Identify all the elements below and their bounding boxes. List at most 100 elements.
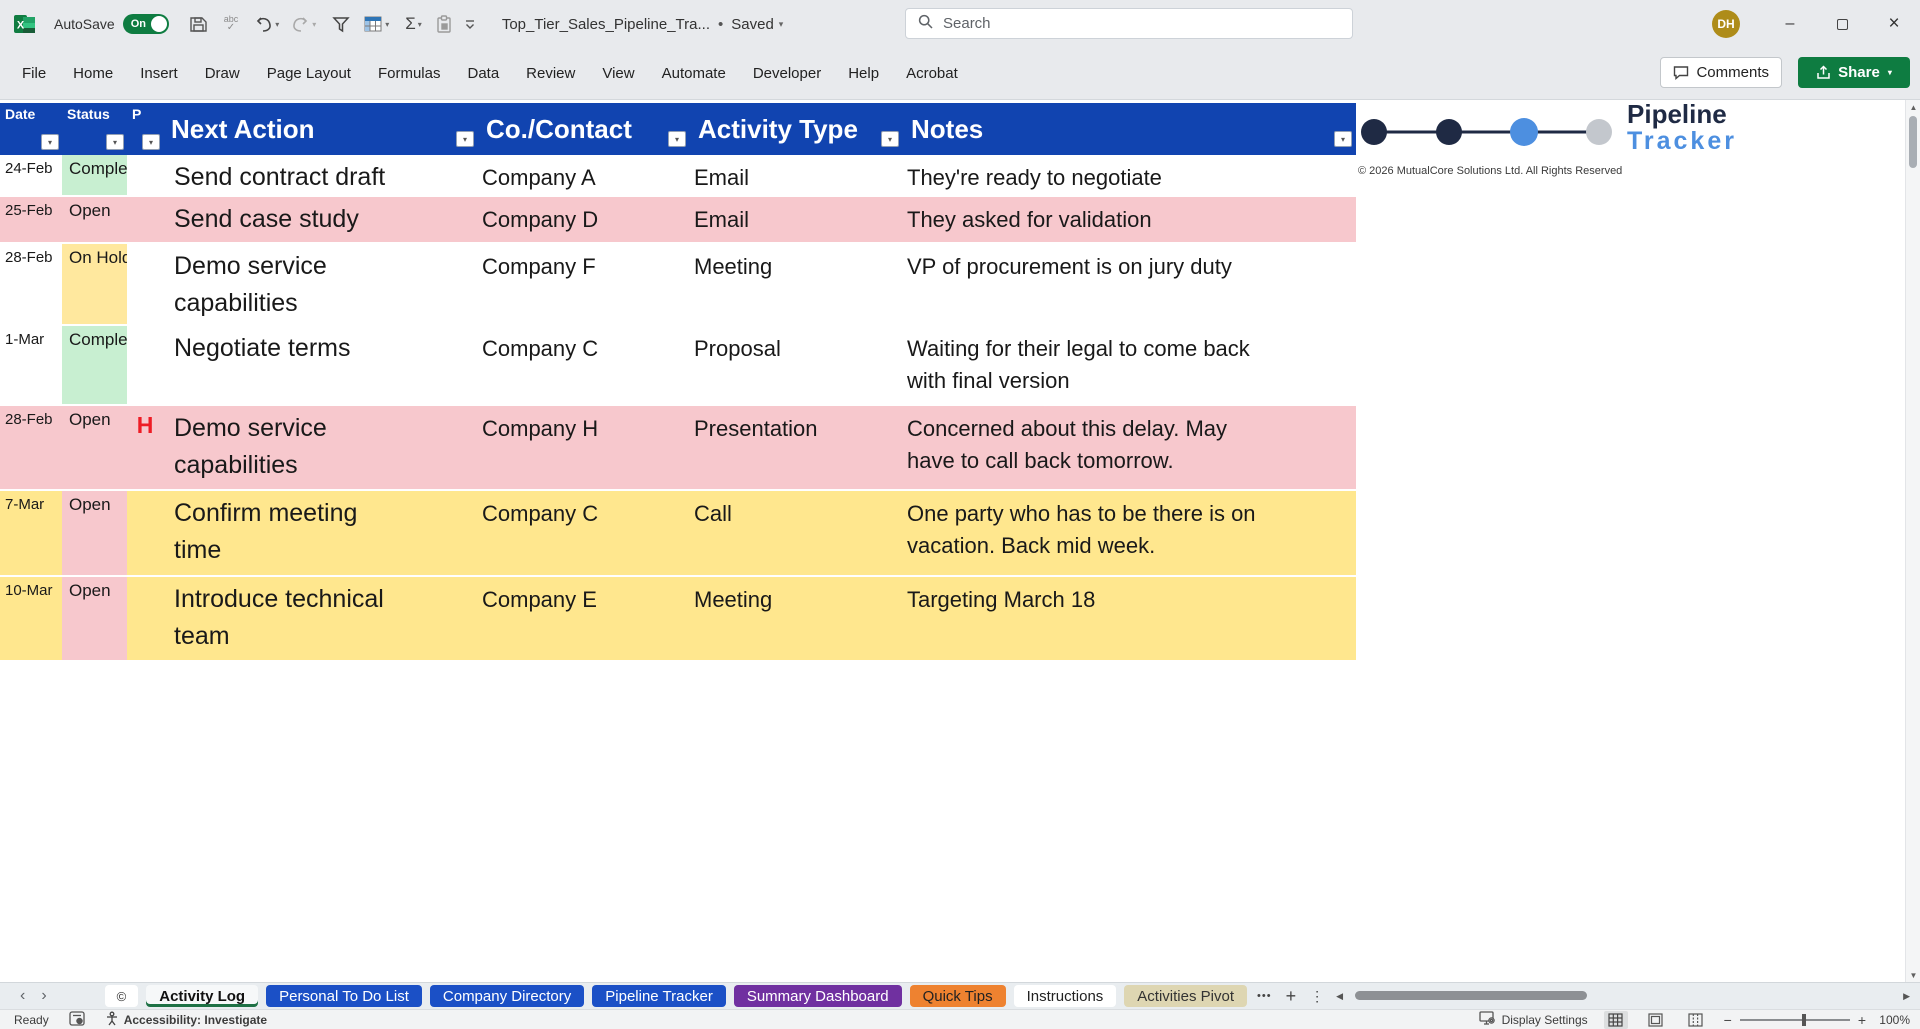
cell-action[interactable]: Confirm meeting time [163, 491, 478, 575]
ribbon-tab-formulas[interactable]: Formulas [378, 65, 441, 82]
cell-status[interactable]: Open [62, 406, 127, 489]
redo-button[interactable]: ▾ [291, 16, 316, 33]
cell-type[interactable]: Call [690, 491, 903, 575]
ribbon-tab-developer[interactable]: Developer [753, 65, 821, 82]
page-break-view-button[interactable] [1684, 1011, 1708, 1029]
filter-button-status[interactable]: ▾ [106, 134, 124, 150]
sheet-nav-right[interactable]: › [41, 987, 46, 1005]
sheet-tab-company-directory[interactable]: Company Directory [430, 985, 584, 1007]
document-save-status[interactable]: Saved [731, 16, 774, 33]
vertical-scrollbar-thumb[interactable] [1909, 116, 1917, 168]
minimize-button[interactable]: – [1764, 0, 1816, 48]
cell-type[interactable]: Meeting [690, 577, 903, 660]
excel-app-icon[interactable]: X [14, 13, 36, 35]
autosum-icon[interactable]: Σ▾ [405, 14, 422, 34]
cell-p[interactable] [127, 244, 163, 324]
hscroll-right-arrow[interactable]: ▶ [1903, 991, 1910, 1002]
table-dropdown-chevron[interactable]: ▾ [385, 20, 389, 29]
display-settings-button[interactable]: Display Settings [1479, 1011, 1588, 1028]
ribbon-tab-view[interactable]: View [602, 65, 634, 82]
add-sheet-button[interactable]: + [1286, 986, 1297, 1007]
sheet-tab-activity-log[interactable]: Activity Log [146, 985, 258, 1007]
ribbon-tab-page-layout[interactable]: Page Layout [267, 65, 351, 82]
sheet-tab-[interactable]: © [105, 985, 139, 1007]
cell-type[interactable]: Email [690, 197, 903, 242]
filter-button-action[interactable]: ▾ [456, 131, 474, 147]
sheet-tab-summary-dashboard[interactable]: Summary Dashboard [734, 985, 902, 1007]
maximize-button[interactable] [1816, 0, 1868, 48]
cell-status[interactable]: Open [62, 491, 127, 575]
cell-status[interactable]: Open [62, 197, 127, 242]
cell-p[interactable] [127, 197, 163, 242]
ribbon-tab-draw[interactable]: Draw [205, 65, 240, 82]
cell-date[interactable]: 25-Feb [0, 197, 62, 242]
undo-dropdown-chevron[interactable]: ▾ [275, 20, 279, 29]
cell-status[interactable]: Open [62, 577, 127, 660]
quick-access-overflow-icon[interactable] [464, 18, 476, 30]
cell-action[interactable]: Negotiate terms [163, 326, 478, 404]
cell-date[interactable]: 28-Feb [0, 406, 62, 489]
ribbon-tab-review[interactable]: Review [526, 65, 575, 82]
more-sheets-button[interactable]: ••• [1257, 990, 1272, 1002]
cell-p[interactable] [127, 155, 163, 195]
cell-company[interactable]: Company D [478, 197, 690, 242]
macro-record-icon[interactable] [69, 1011, 85, 1029]
cell-date[interactable]: 24-Feb [0, 155, 62, 195]
filter-button-notes[interactable]: ▾ [1334, 131, 1352, 147]
close-button[interactable]: × [1868, 0, 1920, 48]
ribbon-tab-home[interactable]: Home [73, 65, 113, 82]
cell-action[interactable]: Demo service capabilities [163, 244, 478, 324]
ribbon-tab-acrobat[interactable]: Acrobat [906, 65, 958, 82]
filter-button-company[interactable]: ▾ [668, 131, 686, 147]
avatar[interactable]: DH [1712, 10, 1740, 38]
cell-notes[interactable]: VP of procurement is on jury duty [903, 244, 1356, 324]
horizontal-scrollbar-thumb[interactable] [1355, 991, 1587, 1000]
document-title[interactable]: Top_Tier_Sales_Pipeline_Tra... • Saved ▾ [502, 16, 784, 33]
filter-button-date[interactable]: ▾ [41, 134, 59, 150]
sheet-tab-quick-tips[interactable]: Quick Tips [910, 985, 1006, 1007]
sheet-tab-activities-pivot[interactable]: Activities Pivot [1124, 985, 1247, 1007]
sheet-tab-personal-to-do-list[interactable]: Personal To Do List [266, 985, 422, 1007]
ribbon-tab-file[interactable]: File [22, 65, 46, 82]
format-as-table-icon[interactable]: ▾ [364, 16, 389, 33]
share-button[interactable]: Share ▾ [1798, 57, 1910, 88]
cell-p[interactable]: H [127, 406, 163, 489]
filter-button-type[interactable]: ▾ [881, 131, 899, 147]
zoom-slider-thumb[interactable] [1802, 1014, 1806, 1026]
comments-button[interactable]: Comments [1660, 57, 1782, 88]
zoom-out-button[interactable]: − [1724, 1012, 1732, 1028]
cell-company[interactable]: Company C [478, 326, 690, 404]
cell-notes[interactable]: They asked for validation [903, 197, 1356, 242]
normal-view-button[interactable] [1604, 1011, 1628, 1029]
sheet-menu-button[interactable]: ⋮ [1310, 988, 1324, 1005]
ribbon-tab-help[interactable]: Help [848, 65, 879, 82]
cell-action[interactable]: Introduce technical team [163, 577, 478, 660]
cell-type[interactable]: Email [690, 155, 903, 195]
save-icon[interactable] [189, 15, 208, 34]
scroll-up-arrow[interactable]: ▲ [1906, 100, 1920, 114]
cell-company[interactable]: Company E [478, 577, 690, 660]
ribbon-tab-automate[interactable]: Automate [662, 65, 726, 82]
cell-company[interactable]: Company F [478, 244, 690, 324]
zoom-in-button[interactable]: + [1858, 1012, 1866, 1028]
cell-company[interactable]: Company H [478, 406, 690, 489]
cell-status[interactable]: Complete [62, 326, 127, 404]
cell-company[interactable]: Company C [478, 491, 690, 575]
autosave-toggle[interactable]: On [123, 14, 169, 34]
sheet-nav-left[interactable]: ‹ [20, 987, 25, 1005]
ribbon-tab-data[interactable]: Data [467, 65, 499, 82]
cell-date[interactable]: 10-Mar [0, 577, 62, 660]
filter-icon[interactable] [332, 16, 350, 33]
search-box[interactable] [905, 8, 1353, 39]
cell-company[interactable]: Company A [478, 155, 690, 195]
hscroll-track[interactable] [1349, 990, 1897, 1002]
title-dropdown-chevron[interactable]: ▾ [779, 19, 784, 30]
zoom-slider[interactable] [1740, 1019, 1850, 1021]
cell-notes[interactable]: Concerned about this delay. May have to … [903, 406, 1356, 489]
cell-type[interactable]: Presentation [690, 406, 903, 489]
cell-date[interactable]: 28-Feb [0, 244, 62, 324]
cell-status[interactable]: Complete [62, 155, 127, 195]
cell-type[interactable]: Meeting [690, 244, 903, 324]
cell-notes[interactable]: They're ready to negotiate [903, 155, 1356, 195]
accessibility-status[interactable]: Accessibility: Investigate [105, 1011, 267, 1029]
